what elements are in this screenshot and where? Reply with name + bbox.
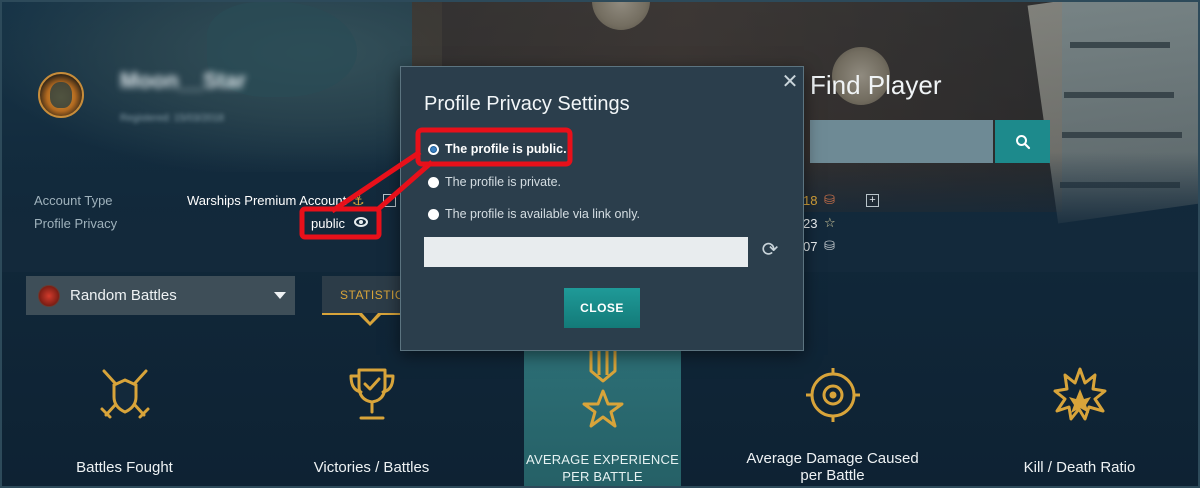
app-frame: Moon__Star Registered: 15/03/2018 Accoun… <box>0 0 1200 488</box>
search-icon <box>1015 134 1030 149</box>
ship-silhouette <box>1064 92 1174 98</box>
stat-card-damage[interactable]: Average Damage Caused per Battle <box>735 347 930 486</box>
resource-doubloons-value: 18 <box>803 193 818 208</box>
radio-button[interactable] <box>428 143 439 155</box>
close-icon[interactable]: ✕ <box>781 72 799 92</box>
privacy-option-label: The profile is private. <box>445 175 562 189</box>
privacy-option-public[interactable]: The profile is public. <box>428 142 567 156</box>
battle-type-label: Random Battles <box>70 287 177 304</box>
tab-indicator-arrow <box>359 313 381 326</box>
ship-silhouette <box>1070 42 1170 48</box>
ship-silhouette <box>1062 132 1182 138</box>
stat-label-battles: Battles Fought <box>76 459 173 476</box>
profile-privacy-label: Profile Privacy <box>34 216 118 231</box>
stat-card-victories[interactable]: Victories / Battles <box>274 347 469 486</box>
eye-icon[interactable] <box>354 217 368 227</box>
premium-anchor-icon: ⚓ <box>352 192 365 208</box>
player-name: Moon__Star <box>120 68 246 93</box>
refresh-icon[interactable]: ⟳ <box>759 239 781 261</box>
search-button[interactable] <box>995 120 1050 163</box>
profile-privacy-value[interactable]: public <box>311 216 345 231</box>
chevron-down-icon <box>274 292 286 299</box>
close-button[interactable]: CLOSE <box>564 288 640 328</box>
add-doubloons-button[interactable]: + <box>866 194 879 207</box>
target-icon <box>805 368 860 422</box>
find-player-title: Find Player <box>810 70 942 100</box>
account-type-label: Account Type <box>34 193 113 208</box>
registered-date: Registered: 15/03/2018 <box>120 113 224 124</box>
add-premium-button[interactable]: + <box>383 194 396 207</box>
battle-type-dropdown[interactable]: Random Battles <box>26 276 295 315</box>
random-battles-icon <box>38 284 60 307</box>
stat-label-experience: AVERAGE EXPERIENCE PER BATTLE <box>526 452 679 484</box>
medal-icon <box>582 347 623 428</box>
radio-button[interactable] <box>428 208 439 220</box>
find-player-input[interactable] <box>810 120 993 163</box>
barrel-icon: ⛁ <box>824 192 835 207</box>
privacy-option-link-only[interactable]: The profile is available via link only. <box>428 207 640 221</box>
profile-privacy-dialog: Profile Privacy Settings ✕ The profile i… <box>400 66 804 351</box>
stat-label-victories: Victories / Battles <box>313 459 430 476</box>
stats-row: Battles Fought Victories / Battles AVERA… <box>2 347 1198 486</box>
resource-xp-value: 23 <box>803 216 818 231</box>
dialog-title: Profile Privacy Settings <box>424 93 630 115</box>
stat-label-kill-death: Kill / Death Ratio <box>1023 459 1136 476</box>
silver-icon: ⛁ <box>824 238 835 253</box>
stat-label-damage: Average Damage Caused per Battle <box>746 450 919 484</box>
privacy-option-label: The profile is public. <box>445 142 567 156</box>
stat-card-kill-death[interactable]: Kill / Death Ratio <box>982 347 1177 486</box>
explosion-icon <box>1053 367 1106 421</box>
account-type-value: Warships Premium Account <box>187 193 347 208</box>
star-icon: ☆ <box>824 215 836 230</box>
privacy-option-label: The profile is available via link only. <box>445 207 641 221</box>
privacy-option-private[interactable]: The profile is private. <box>428 175 561 189</box>
profile-link-field[interactable] <box>424 237 748 267</box>
crossed-swords-shield-icon <box>100 369 149 419</box>
radio-button[interactable] <box>428 176 439 188</box>
avatar <box>38 72 84 118</box>
resource-credits-value: 07 <box>803 239 818 254</box>
tab-statistics[interactable]: STATISTICS <box>322 276 412 315</box>
stat-card-experience[interactable]: AVERAGE EXPERIENCE PER BATTLE <box>524 347 681 486</box>
trophy-icon <box>349 368 394 420</box>
stat-card-battles[interactable]: Battles Fought <box>27 347 222 486</box>
